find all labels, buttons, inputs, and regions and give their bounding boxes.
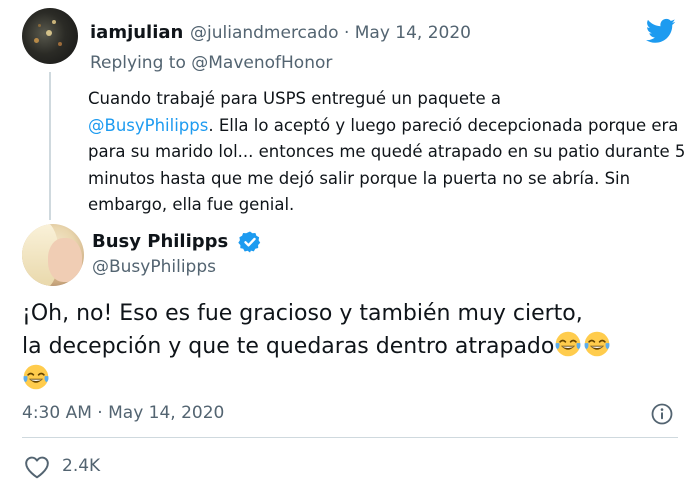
main-text-line-1: ¡Oh, no! Eso es fue gracioso y también m…: [22, 301, 583, 326]
main-time[interactable]: 4:30 AM: [22, 403, 92, 423]
main-timestamp: 4:30 AM · May 14, 2020: [22, 403, 224, 423]
main-display-name[interactable]: Busy Philipps: [92, 231, 228, 252]
replying-to-line: Replying to @MavenofHonor: [90, 53, 332, 73]
main-tweet-text: ¡Oh, no! Eso es fue gracioso y también m…: [22, 298, 692, 396]
replying-to-prefix: Replying to: [90, 53, 192, 73]
thread-connector-line: [49, 72, 51, 220]
twitter-bird-icon[interactable]: [644, 16, 678, 46]
info-icon[interactable]: [650, 402, 674, 426]
replying-to-handle[interactable]: @MavenofHonor: [191, 53, 332, 73]
reply-meta: @juliandmercado · May 14, 2020: [190, 23, 471, 43]
verified-badge-icon: [238, 231, 261, 253]
reply-text-start: Cuando trabajé para USPS entregué un paq…: [88, 89, 502, 108]
mention-link[interactable]: @BusyPhilipps: [88, 116, 208, 135]
reply-tweet-text: Cuando trabajé para USPS entregué un paq…: [88, 86, 688, 219]
reply-separator: ·: [343, 23, 350, 43]
main-handle[interactable]: @BusyPhilipps: [92, 257, 216, 277]
face-with-tears-of-joy-icon: [555, 331, 581, 357]
main-date[interactable]: May 14, 2020: [108, 403, 224, 423]
main-text-line-2: la decepción y que te quedaras dentro at…: [22, 334, 555, 359]
reply-handle[interactable]: @juliandmercado: [190, 23, 339, 43]
divider: [22, 437, 678, 438]
like-count: 2.4K: [62, 456, 101, 476]
face-with-tears-of-joy-icon: [584, 331, 610, 357]
reply-date[interactable]: May 14, 2020: [355, 23, 471, 43]
face-with-tears-of-joy-icon: [23, 364, 49, 390]
heart-icon[interactable]: [24, 455, 50, 479]
julian-avatar[interactable]: [22, 8, 78, 64]
reply-display-name[interactable]: iamjulian: [90, 22, 183, 43]
main-separator: ·: [97, 403, 103, 423]
busy-avatar[interactable]: [22, 224, 84, 286]
